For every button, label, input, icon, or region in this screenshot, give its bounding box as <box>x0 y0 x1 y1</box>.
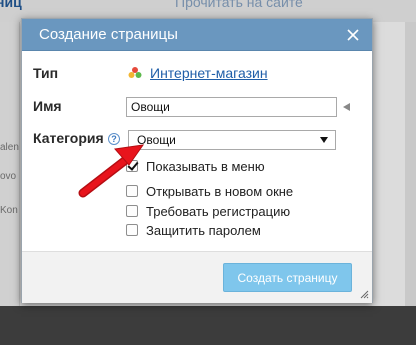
background-bottom-area <box>0 306 416 345</box>
create-page-dialog: Создание страницы Тип Интернет-магазин И… <box>21 18 373 303</box>
background-fragment: alen <box>0 142 19 153</box>
background-fragment: ovo <box>0 171 17 182</box>
background-link-left[interactable]: ниц <box>0 0 22 10</box>
background-fragment: Kon <box>0 205 18 216</box>
create-page-button[interactable]: Создать страницу <box>223 263 352 292</box>
type-label: Тип <box>33 65 59 81</box>
page-type-link[interactable]: Интернет-магазин <box>150 65 268 81</box>
require-registration-label: Требовать регистрацию <box>146 203 291 219</box>
page-name-input[interactable] <box>126 97 337 117</box>
resize-handle-icon[interactable] <box>360 290 369 299</box>
red-arrow-annotation <box>78 144 145 198</box>
name-label: Имя <box>33 98 62 114</box>
open-new-window-label: Открывать в новом окне <box>146 183 294 199</box>
chevron-down-icon <box>320 137 328 143</box>
close-icon[interactable] <box>343 25 363 45</box>
dialog-title: Создание страницы <box>39 26 178 43</box>
background-left-panel: alen ovo Kon <box>0 22 20 307</box>
option-password-protect[interactable]: Защитить паролем <box>126 222 261 238</box>
show-in-menu-label: Показывать в меню <box>146 158 265 174</box>
dialog-header: Создание страницы <box>22 19 372 51</box>
category-select[interactable]: Овощи <box>128 130 336 150</box>
shop-icon <box>127 66 143 80</box>
background-scrollbar[interactable] <box>405 22 416 307</box>
translate-arrow-icon[interactable] <box>343 103 350 111</box>
password-protect-label: Защитить паролем <box>146 222 261 238</box>
background-link-right[interactable]: Прочитать на сайте <box>175 0 303 10</box>
password-protect-checkbox[interactable] <box>126 224 138 236</box>
